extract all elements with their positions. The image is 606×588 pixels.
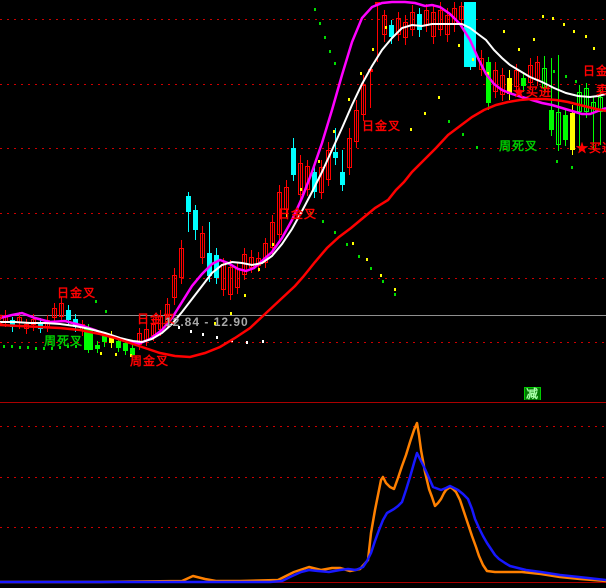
clipped-cross-label: 叉 [0, 314, 5, 327]
daily-golden-cross-label: 日金叉 [362, 120, 401, 133]
daily-golden-cross-label: 日金叉 [583, 65, 606, 78]
sell-signal-label: 卖出 [596, 84, 606, 97]
daily-golden-cross-label: 日金叉 [278, 208, 317, 221]
chart-window: 日金叉周死叉周金叉日金叉12.84 - 12.90日金叉日金叉★买进周死叉★买进… [0, 0, 606, 588]
indicator-blue [0, 453, 606, 582]
buy-signal-label: ★买进 [513, 86, 552, 99]
price-range-label: 12.84 - 12.90 [165, 316, 249, 329]
daily-golden-cross-label: 日金叉 [57, 287, 96, 300]
indicator-lines-overlay [0, 400, 606, 588]
weekly-death-cross-label: 周死叉 [44, 335, 83, 348]
weekly-death-cross-label: 周死叉 [499, 140, 538, 153]
indicator-orange [0, 423, 606, 582]
sub-chart[interactable] [0, 400, 606, 588]
ma-lines-overlay [0, 0, 606, 400]
slow-ma-red [0, 99, 606, 357]
main-chart[interactable]: 日金叉周死叉周金叉日金叉12.84 - 12.90日金叉日金叉★买进周死叉★买进… [0, 0, 606, 400]
reduce-label: 减 [524, 387, 541, 400]
weekly-golden-cross-label: 周金叉 [130, 355, 169, 368]
buy-signal-label: ★买进 [576, 142, 606, 155]
